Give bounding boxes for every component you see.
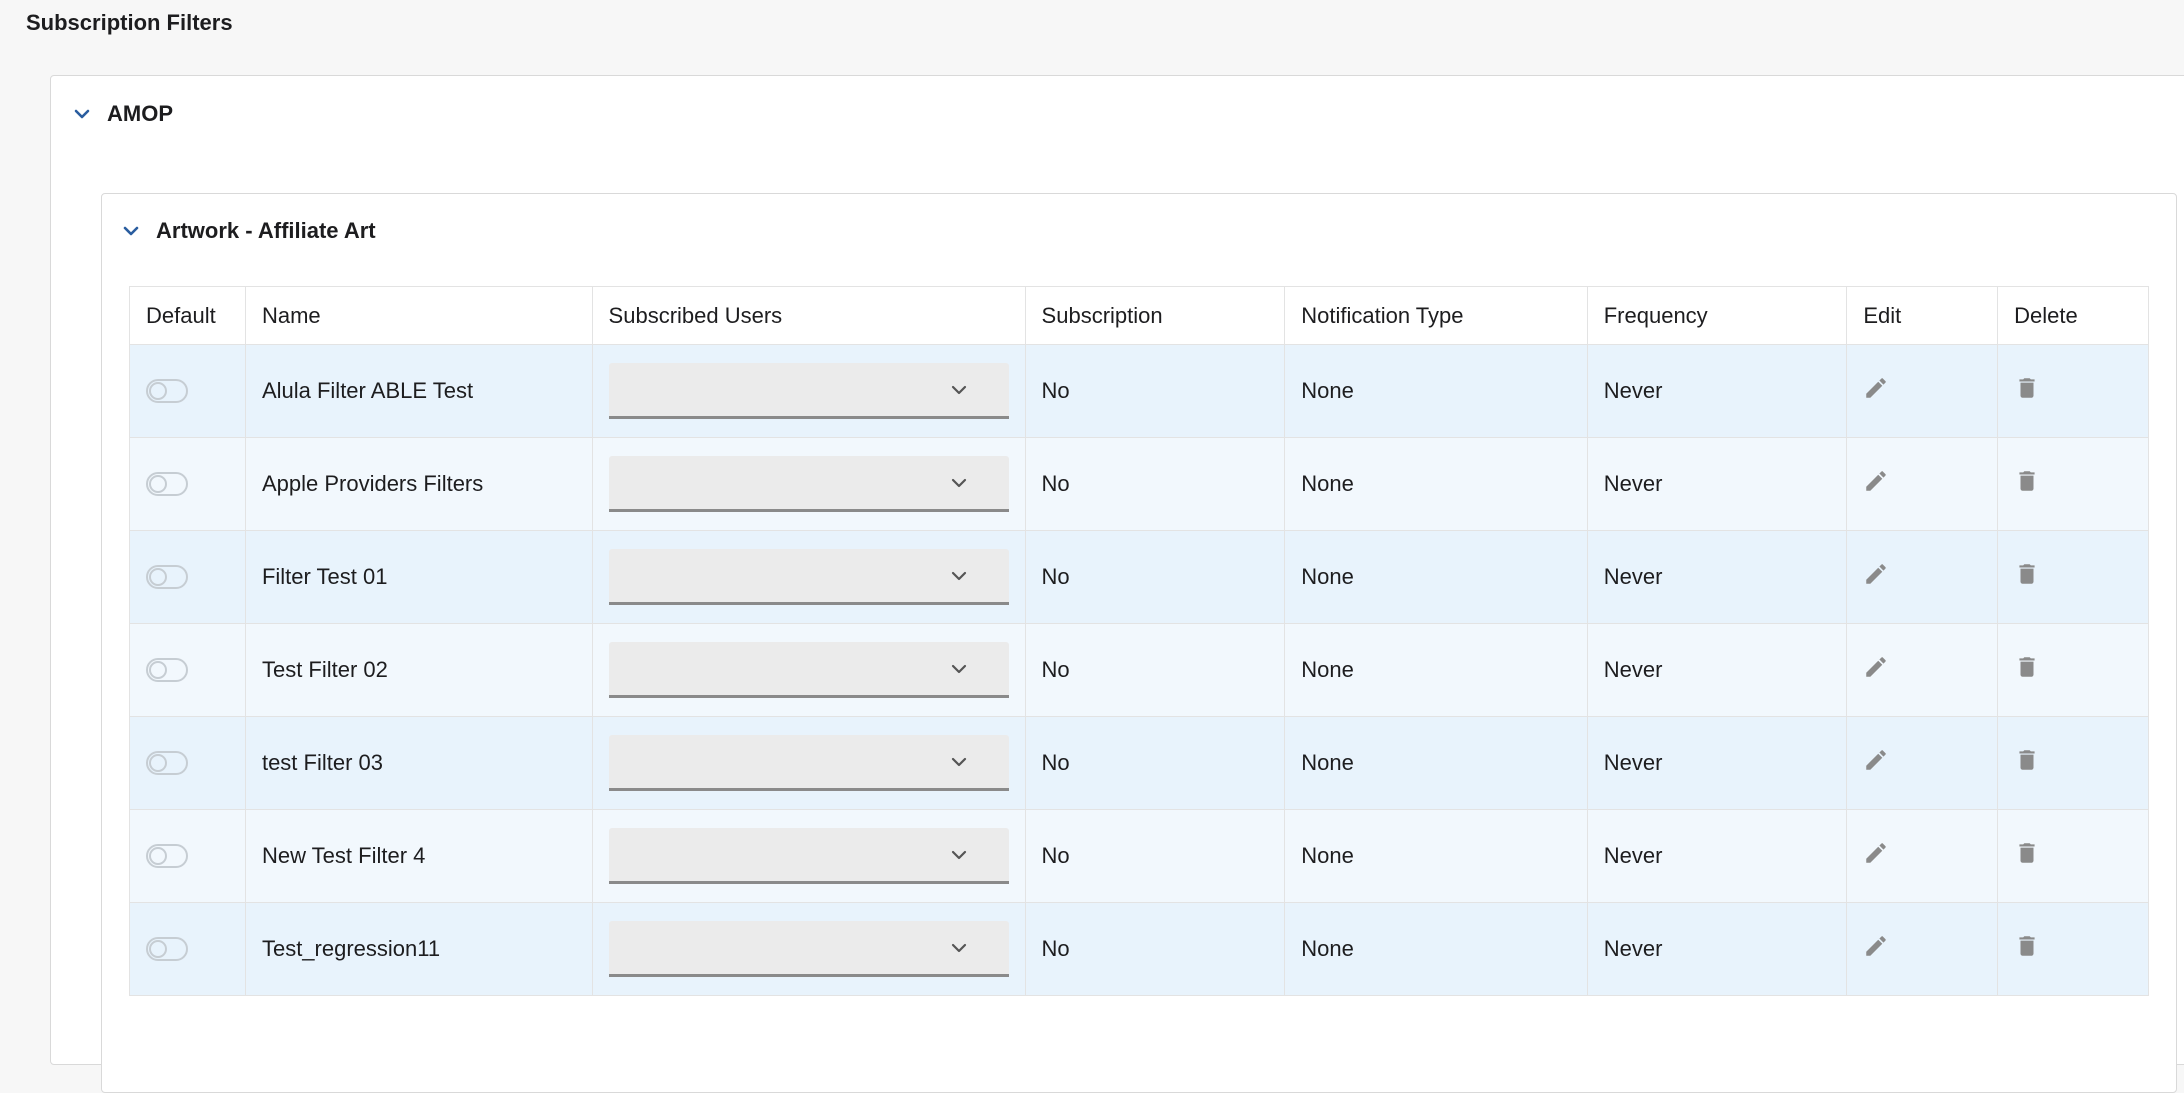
frequency-value: Never [1586, 344, 1848, 438]
chevron-down-icon[interactable] [71, 103, 93, 125]
filter-name: Filter Test 01 [244, 530, 593, 624]
table-row: New Test Filter 4 No None Never [129, 809, 2149, 903]
pencil-icon[interactable] [1863, 933, 1889, 959]
filter-name: Alula Filter ABLE Test [244, 344, 593, 438]
column-header-subscribed-users: Subscribed Users [591, 286, 1026, 345]
pencil-icon[interactable] [1863, 654, 1889, 680]
subscription-value: No [1024, 344, 1286, 438]
subscribed-users-select[interactable] [608, 549, 1009, 605]
column-header-delete: Delete [1997, 286, 2149, 345]
subscribed-users-select[interactable] [608, 921, 1009, 977]
column-header-name: Name [244, 286, 593, 345]
chevron-down-icon[interactable] [120, 220, 142, 242]
trash-icon[interactable] [2014, 654, 2040, 680]
default-toggle[interactable] [146, 472, 188, 496]
table-row: Apple Providers Filters No None Never [129, 437, 2149, 531]
filter-name: Test Filter 02 [244, 623, 593, 717]
pencil-icon[interactable] [1863, 747, 1889, 773]
table-row: Alula Filter ABLE Test No None Never [129, 344, 2149, 438]
table-header-row: Default Name Subscribed Users Subscripti… [129, 286, 2149, 345]
group-header-amop[interactable]: AMOP [71, 101, 173, 127]
subscription-value: No [1024, 716, 1286, 810]
frequency-value: Never [1586, 902, 1848, 996]
group-panel-amop: AMOP Artwork - Affiliate Art Default Nam… [50, 75, 2184, 1093]
notification-type-value: None [1284, 530, 1588, 624]
pencil-icon[interactable] [1863, 375, 1889, 401]
subscribed-users-select[interactable] [608, 735, 1009, 791]
column-header-edit: Edit [1846, 286, 1999, 345]
subscription-value: No [1024, 902, 1286, 996]
page-title: Subscription Filters [26, 10, 233, 35]
column-header-subscription: Subscription [1024, 286, 1286, 345]
default-toggle[interactable] [146, 751, 188, 775]
trash-icon[interactable] [2014, 468, 2040, 494]
default-toggle[interactable] [146, 937, 188, 961]
default-toggle[interactable] [146, 844, 188, 868]
notification-type-value: None [1284, 809, 1588, 903]
trash-icon[interactable] [2014, 933, 2040, 959]
subscribed-users-select[interactable] [608, 828, 1009, 884]
filters-table: Default Name Subscribed Users Subscripti… [129, 286, 2149, 996]
filter-name: test Filter 03 [244, 716, 593, 810]
subscription-value: No [1024, 623, 1286, 717]
notification-type-value: None [1284, 623, 1588, 717]
frequency-value: Never [1586, 530, 1848, 624]
subgroup-title: Artwork - Affiliate Art [156, 218, 376, 243]
frequency-value: Never [1586, 716, 1848, 810]
subscription-value: No [1024, 437, 1286, 531]
pencil-icon[interactable] [1863, 840, 1889, 866]
trash-icon[interactable] [2014, 840, 2040, 866]
subscribed-users-select[interactable] [608, 456, 1009, 512]
subscription-value: No [1024, 809, 1286, 903]
trash-icon[interactable] [2014, 747, 2040, 773]
pencil-icon[interactable] [1863, 468, 1889, 494]
frequency-value: Never [1586, 437, 1848, 531]
subgroup-header-artwork[interactable]: Artwork - Affiliate Art [120, 218, 376, 244]
subscribed-users-select[interactable] [608, 642, 1009, 698]
chevron-down-icon [951, 850, 966, 860]
trash-icon[interactable] [2014, 561, 2040, 587]
table-row: test Filter 03 No None Never [129, 716, 2149, 810]
trash-icon[interactable] [2014, 375, 2040, 401]
chevron-down-icon [951, 571, 966, 581]
filter-name: New Test Filter 4 [244, 809, 593, 903]
notification-type-value: None [1284, 716, 1588, 810]
table-row: Test_regression11 No None Never [129, 902, 2149, 996]
notification-type-value: None [1284, 344, 1588, 438]
notification-type-value: None [1284, 902, 1588, 996]
default-toggle[interactable] [146, 565, 188, 589]
chevron-down-icon [951, 478, 966, 488]
column-header-default: Default [129, 286, 246, 345]
filter-name: Apple Providers Filters [244, 437, 593, 531]
pencil-icon[interactable] [1863, 561, 1889, 587]
table-row: Test Filter 02 No None Never [129, 623, 2149, 717]
group-title: AMOP [107, 101, 173, 126]
chevron-down-icon [951, 385, 966, 395]
filter-name: Test_regression11 [244, 902, 593, 996]
frequency-value: Never [1586, 809, 1848, 903]
table-row: Filter Test 01 No None Never [129, 530, 2149, 624]
column-header-frequency: Frequency [1586, 286, 1848, 345]
column-header-notification-type: Notification Type [1284, 286, 1588, 345]
chevron-down-icon [951, 757, 966, 767]
subscribed-users-select[interactable] [608, 363, 1009, 419]
chevron-down-icon [951, 664, 966, 674]
subgroup-panel-artwork: Artwork - Affiliate Art Default Name Sub… [101, 193, 2177, 1093]
chevron-down-icon [951, 943, 966, 953]
default-toggle[interactable] [146, 658, 188, 682]
frequency-value: Never [1586, 623, 1848, 717]
subscription-value: No [1024, 530, 1286, 624]
notification-type-value: None [1284, 437, 1588, 531]
default-toggle[interactable] [146, 379, 188, 403]
